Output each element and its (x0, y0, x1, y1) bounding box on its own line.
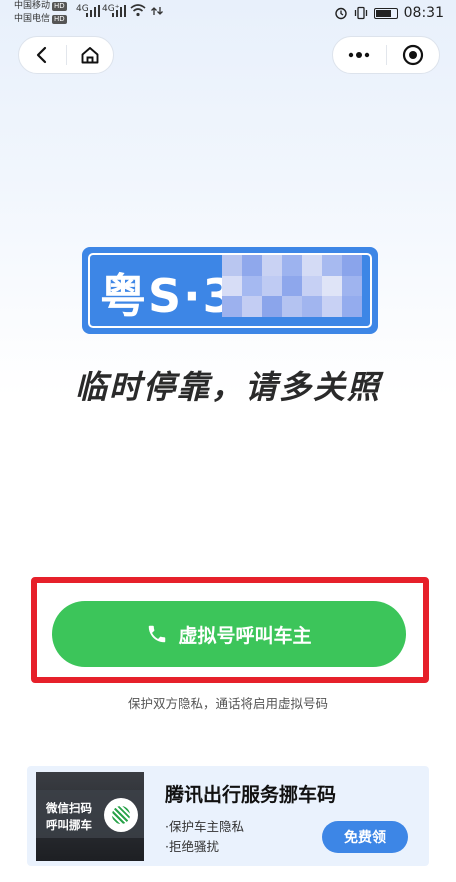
nav-capsule-right (332, 36, 440, 74)
vibrate-icon (354, 6, 367, 20)
home-button[interactable] (67, 37, 114, 73)
virtual-call-button[interactable]: 虚拟号呼叫车主 (52, 601, 406, 667)
promo-card[interactable]: 微信扫码 呼叫挪车 腾讯出行服务挪车码 ·保护车主隐私 ·拒绝骚扰 免费领 (27, 766, 429, 866)
alarm-icon (334, 7, 347, 20)
promo-feature-1: ·保护车主隐私 (165, 819, 244, 834)
target-icon (402, 44, 423, 66)
promo-image-line2: 呼叫挪车 (46, 818, 92, 832)
clock: 08:31 (403, 5, 444, 21)
qr-code-icon (104, 798, 138, 832)
phone-icon (149, 625, 166, 643)
promo-image-line1: 微信扫码 (46, 801, 92, 815)
privacy-note: 保护双方隐私，通话将启用虚拟号码 (127, 696, 328, 711)
hd-badge-2: HD (52, 15, 67, 24)
slogan-text: 临时停靠，请多关照 (74, 368, 381, 406)
back-button[interactable] (19, 37, 66, 73)
carrier-1: 中国移动 HD (14, 1, 67, 12)
chevron-left-icon (37, 46, 47, 64)
promo-image: 微信扫码 呼叫挪车 (36, 772, 144, 861)
status-right: 08:31 (334, 5, 444, 21)
more-button[interactable] (333, 37, 386, 73)
signal-icon (86, 5, 100, 17)
nav-capsule-left (18, 36, 114, 74)
call-button-label: 虚拟号呼叫车主 (178, 625, 312, 647)
battery-icon (373, 7, 398, 19)
wifi-icon (130, 4, 146, 17)
carrier-2-name: 中国电信 (14, 14, 51, 24)
signal-icon-2 (112, 5, 126, 17)
plate-number: 粤S·3 (100, 269, 237, 323)
promo-title: 腾讯出行服务挪车码 (165, 784, 337, 806)
hd-badge-1: HD (52, 2, 67, 11)
promo-feature-2: ·拒绝骚扰 (165, 839, 219, 854)
license-plate: 粤S·3 (82, 247, 378, 334)
plate-mosaic (222, 255, 362, 317)
free-claim-button[interactable]: 免费领 (322, 821, 408, 853)
home-icon (81, 47, 99, 64)
close-miniprogram-button[interactable] (387, 37, 440, 73)
carrier-1-name: 中国移动 (14, 1, 51, 11)
carrier-2: 中国电信 HD (14, 14, 67, 25)
data-arrows-icon (151, 7, 163, 15)
more-dots-icon (349, 52, 370, 58)
status-bar: 中国移动 HD 中国电信 HD 4G 4G⁺ 08:31 (0, 0, 456, 28)
